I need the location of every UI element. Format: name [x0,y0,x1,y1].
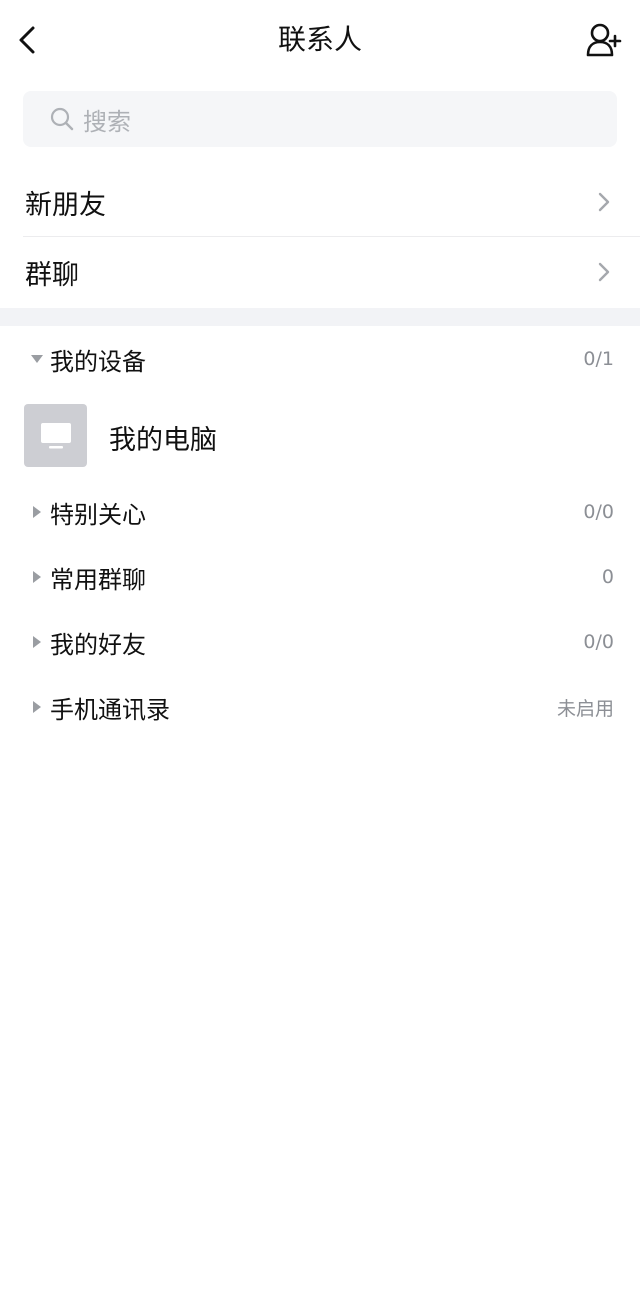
caret-right-icon [33,571,41,583]
page-title: 联系人 [277,23,362,56]
group-my-friends[interactable]: 我的好友 0/0 [0,614,640,670]
chevron-left-icon [19,26,35,54]
caret-down-icon [31,355,43,363]
back-button[interactable] [10,20,44,60]
chevron-right-icon [598,192,610,212]
group-common-chats[interactable]: 常用群聊 0 [0,549,640,605]
group-label: 我的好友 [50,630,146,659]
caret-right-icon [33,506,41,518]
group-my-devices[interactable]: 我的设备 0/1 [0,331,640,387]
new-friends-label: 新朋友 [25,189,106,221]
chevron-right-icon [598,262,610,282]
group-label: 常用群聊 [50,565,146,594]
group-label: 特别关心 [50,500,146,529]
group-chats-label: 群聊 [25,259,79,291]
group-phone-contacts[interactable]: 手机通讯录 未启用 [0,679,640,735]
new-friends-item[interactable]: 新朋友 [0,167,640,237]
add-contact-button[interactable] [582,18,626,62]
add-contact-icon [586,23,622,57]
search-input[interactable]: 搜索 [23,91,617,147]
group-status: 未启用 [556,697,614,720]
top-bar: 联系人 [0,0,640,80]
group-chats-item[interactable]: 群聊 [0,237,640,307]
group-label: 手机通讯录 [50,695,170,724]
group-count: 0/0 [583,631,614,653]
device-my-computer[interactable]: 我的电脑 [0,400,640,470]
search-icon [49,106,75,132]
caret-right-icon [33,701,41,713]
caret-right-icon [33,636,41,648]
group-count: 0 [601,566,614,588]
search-placeholder: 搜索 [83,107,131,136]
group-label: 我的设备 [50,347,146,376]
device-name: 我的电脑 [109,425,217,456]
group-count: 0/0 [583,501,614,523]
group-special-care[interactable]: 特别关心 0/0 [0,484,640,540]
section-separator [0,308,640,326]
group-count: 0/1 [583,348,614,370]
computer-icon [24,404,87,467]
